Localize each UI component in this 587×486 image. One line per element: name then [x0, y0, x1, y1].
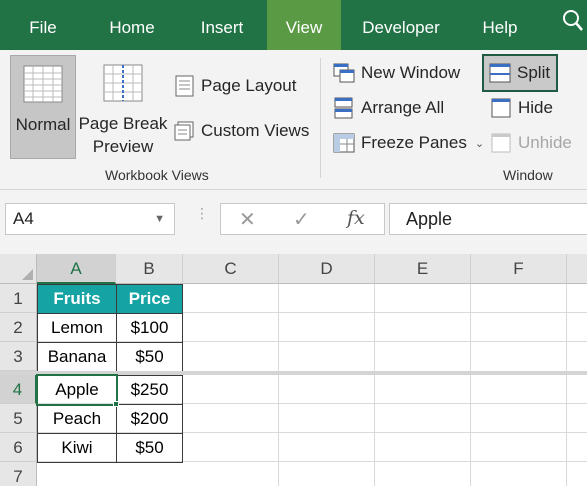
hide-button[interactable]: Hide: [490, 94, 553, 122]
table-cell-fruit[interactable]: Peach: [37, 404, 117, 434]
unhide-window-icon: [491, 133, 511, 153]
tab-developer[interactable]: Developer: [342, 0, 460, 50]
enter-check-icon[interactable]: ✓: [293, 207, 310, 232]
custom-views-button[interactable]: Custom Views: [174, 117, 309, 145]
page-break-preview-icon: [103, 64, 143, 102]
page-break-label-line2: Preview: [92, 137, 154, 156]
gridline: [374, 284, 375, 486]
name-box-dropdown-icon[interactable]: ▼: [154, 204, 165, 234]
tab-home[interactable]: Home: [86, 0, 178, 50]
row-header-4[interactable]: 4: [0, 375, 37, 404]
table-cell-fruit[interactable]: Kiwi: [37, 433, 117, 463]
formula-input[interactable]: Apple: [389, 203, 587, 235]
arrange-all-button[interactable]: Arrange All: [333, 94, 444, 122]
arrange-all-icon: [334, 97, 353, 119]
table-cell-price[interactable]: $100: [116, 313, 183, 343]
row-header-6[interactable]: 6: [0, 433, 37, 462]
formula-bar: A4 ▼ ⋮ ✕ ✓ fx Apple: [0, 190, 587, 254]
page-layout-button[interactable]: Page Layout: [174, 72, 296, 100]
row-header-2[interactable]: 2: [0, 313, 37, 342]
row-header-3[interactable]: 3: [0, 342, 37, 371]
tab-insert[interactable]: Insert: [178, 0, 266, 50]
tab-help[interactable]: Help: [462, 0, 538, 50]
tab-view[interactable]: View: [267, 0, 341, 50]
split-label: Split: [517, 63, 551, 82]
column-header-a[interactable]: A: [37, 254, 116, 284]
name-box-value: A4: [13, 209, 34, 228]
row-header-5[interactable]: 5: [0, 404, 37, 433]
normal-view-icon: [23, 65, 63, 103]
split-button[interactable]: Split: [482, 54, 559, 92]
insert-function-icon[interactable]: fx: [347, 207, 365, 229]
page-layout-icon: [175, 75, 194, 97]
gridline: [278, 284, 279, 486]
hide-window-icon: [491, 98, 511, 118]
table-cell-fruit[interactable]: Lemon: [37, 313, 117, 343]
new-window-label: New Window: [361, 63, 461, 82]
page-break-label-line1: Page Break: [78, 114, 168, 133]
menu-bar: File Home Insert View Developer Help: [0, 0, 587, 50]
ribbon: Normal Page Break Preview Page Layout Cu…: [0, 50, 587, 190]
row-header-7[interactable]: 7: [0, 462, 37, 486]
column-header-b[interactable]: B: [116, 254, 183, 284]
worksheet-grid[interactable]: A B C D E F 1 2 3 4 5 6 7 Fruits Price L…: [0, 254, 587, 486]
select-all-icon: [22, 269, 33, 280]
formula-bar-buttons: ✕ ✓ fx: [220, 203, 385, 235]
tab-file[interactable]: File: [0, 0, 86, 50]
table-cell-fruit[interactable]: Banana: [37, 342, 117, 372]
freeze-panes-icon: [333, 133, 355, 153]
workbook-views-group-label: Workbook Views: [105, 167, 209, 183]
unhide-label: Unhide: [518, 133, 572, 152]
new-window-icon: [333, 63, 355, 83]
active-cell-selection: [36, 374, 118, 406]
page-break-preview-button[interactable]: Page Break Preview: [78, 55, 168, 159]
table-header-fruits[interactable]: Fruits: [37, 284, 117, 314]
name-box[interactable]: A4 ▼: [5, 203, 175, 235]
column-header-f[interactable]: F: [471, 254, 567, 284]
unhide-button[interactable]: Unhide: [490, 129, 572, 157]
table-header-price[interactable]: Price: [116, 284, 183, 314]
formula-bar-grip-icon[interactable]: ⋮: [195, 206, 209, 220]
arrange-all-label: Arrange All: [361, 98, 445, 117]
row-header-1[interactable]: 1: [0, 284, 37, 313]
split-icon: [489, 63, 511, 83]
lightbulb-icon[interactable]: [560, 8, 586, 34]
table-cell-price[interactable]: $50: [116, 433, 183, 463]
chevron-down-icon: ⌄: [474, 137, 485, 150]
column-header-e[interactable]: E: [375, 254, 471, 284]
freeze-panes-label: Freeze Panes: [361, 133, 467, 152]
normal-view-label: Normal: [15, 115, 71, 134]
fill-handle[interactable]: [113, 401, 119, 407]
table-cell-price[interactable]: $50: [116, 342, 183, 372]
hide-label: Hide: [518, 98, 553, 117]
custom-views-label: Custom Views: [201, 121, 310, 140]
cancel-icon[interactable]: ✕: [239, 207, 256, 232]
column-header-g[interactable]: [567, 254, 587, 284]
column-header-d[interactable]: D: [279, 254, 375, 284]
column-header-c[interactable]: C: [183, 254, 279, 284]
freeze-panes-button[interactable]: Freeze Panes ⌄: [333, 129, 484, 157]
table-cell-price[interactable]: $250: [116, 375, 183, 405]
page-layout-label: Page Layout: [201, 76, 297, 95]
new-window-button[interactable]: New Window: [333, 59, 460, 87]
ribbon-separator: [320, 58, 321, 178]
gridline: [566, 284, 567, 486]
window-group-label: Window: [503, 167, 553, 183]
select-all-button[interactable]: [0, 254, 37, 284]
gridline: [470, 284, 471, 486]
table-cell-price[interactable]: $200: [116, 404, 183, 434]
custom-views-icon: [174, 121, 194, 141]
normal-view-button[interactable]: Normal: [10, 55, 76, 159]
